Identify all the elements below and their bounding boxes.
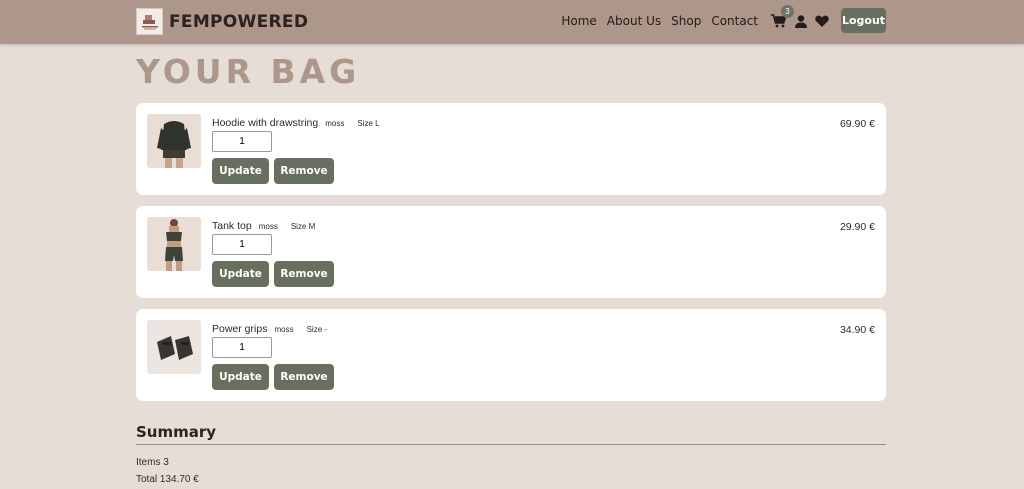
bag-item: Power grips moss Size - Update Remove 34… xyxy=(136,309,886,401)
brand-name: FEMPOWERED xyxy=(169,11,309,32)
nav-link-about-us[interactable]: About Us xyxy=(607,14,661,28)
item-name: Power grips xyxy=(212,323,268,335)
item-color: moss xyxy=(325,119,345,128)
update-button[interactable]: Update xyxy=(212,158,269,184)
item-size: Size M xyxy=(290,222,316,231)
product-image[interactable] xyxy=(147,320,201,374)
brand-logo xyxy=(136,8,163,35)
item-price: 29.90 € xyxy=(839,221,875,233)
quantity-input[interactable] xyxy=(212,234,272,255)
update-button[interactable]: Update xyxy=(212,364,269,390)
product-image[interactable] xyxy=(147,217,201,271)
update-button[interactable]: Update xyxy=(212,261,269,287)
bag-item: Tank top moss Size M Update Remove 29.90… xyxy=(136,206,886,298)
item-details: Power grips moss Size - xyxy=(212,323,327,335)
summary-items-count: Items 3 xyxy=(136,457,169,468)
item-details: Hoodie with drawstring moss Size L xyxy=(212,117,380,129)
wishlist-button[interactable] xyxy=(814,13,830,29)
account-button[interactable] xyxy=(794,13,808,29)
heart-icon xyxy=(815,15,829,27)
product-image[interactable] xyxy=(147,114,201,168)
summary-total: Total 134.70 € xyxy=(136,474,199,485)
page-title: YOUR BAG xyxy=(136,52,361,91)
brand[interactable]: FEMPOWERED xyxy=(136,8,308,35)
nav-link-contact[interactable]: Contact xyxy=(711,14,758,28)
remove-button[interactable]: Remove xyxy=(274,364,334,390)
quantity-input[interactable] xyxy=(212,131,272,152)
cart-count-badge: 3 xyxy=(781,5,794,18)
nav-link-home[interactable]: Home xyxy=(561,14,596,28)
user-icon xyxy=(795,14,807,28)
remove-button[interactable]: Remove xyxy=(274,261,334,287)
remove-button[interactable]: Remove xyxy=(274,158,334,184)
nav-link-shop[interactable]: Shop xyxy=(671,14,701,28)
logout-button[interactable]: Logout xyxy=(841,8,886,33)
item-size: Size L xyxy=(357,119,380,128)
item-color: moss xyxy=(258,222,278,231)
top-navbar: FEMPOWERED Home About Us Shop Contact 3 xyxy=(0,0,1024,44)
item-name: Tank top xyxy=(212,220,252,232)
item-size: Size - xyxy=(306,325,328,334)
item-price: 69.90 € xyxy=(839,118,875,130)
item-details: Tank top moss Size M xyxy=(212,220,315,232)
cart-button[interactable]: 3 xyxy=(770,5,794,29)
item-price: 34.90 € xyxy=(839,324,875,336)
item-color: moss xyxy=(274,325,294,334)
summary-title: Summary xyxy=(136,423,217,441)
item-name: Hoodie with drawstring xyxy=(212,117,319,129)
summary-divider xyxy=(136,444,886,445)
quantity-input[interactable] xyxy=(212,337,272,358)
bag-item: Hoodie with drawstring moss Size L Updat… xyxy=(136,103,886,195)
main-nav: Home About Us Shop Contact 3 xyxy=(561,5,830,34)
